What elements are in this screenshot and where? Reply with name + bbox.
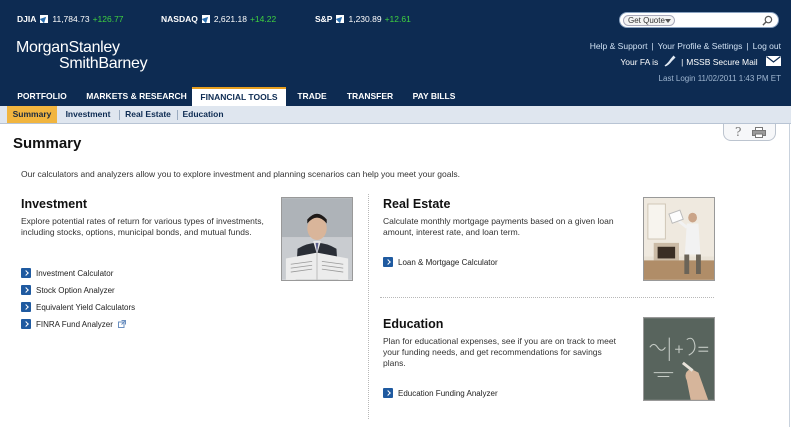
nav-portfolio[interactable]: PORTFOLIO (9, 87, 75, 106)
help-icon[interactable]: ? (735, 125, 741, 139)
education-photo (643, 317, 715, 401)
chevron-right-icon (383, 257, 393, 267)
external-link-icon (118, 320, 127, 328)
logout-link[interactable]: Log out (753, 41, 781, 51)
page-title: Summary (13, 135, 82, 152)
chevron-right-icon (21, 268, 31, 278)
chevron-right-icon (21, 319, 31, 329)
secure-mail-link[interactable]: MSSB Secure Mail (686, 57, 757, 67)
site-header: MorganStanley SmithBarney Help & Support… (0, 33, 791, 87)
market-ticker-bar: DJIA 11,784.73 +126.77 NASDAQ 2,621.18 +14.2… (0, 0, 791, 33)
help-support-link[interactable]: Help & Support (590, 41, 648, 51)
chevron-right-icon (383, 388, 393, 398)
investment-description: Explore potential rates of return for va… (21, 216, 264, 237)
link-label: Equivalent Yield Calculators (36, 303, 136, 312)
quote-type-select[interactable]: Get Quote (623, 15, 675, 26)
ticker-change: +14.22 (249, 14, 277, 24)
up-arrow-icon (201, 15, 210, 23)
ticker-value: 2,621.18 (213, 14, 247, 24)
link-label: Stock Option Analyzer (36, 286, 115, 295)
investment-title: Investment (21, 197, 87, 211)
last-login: Last Login 11/02/2011 1:43 PM ET (658, 74, 781, 83)
link-label: Investment Calculator (36, 269, 114, 278)
ticker-name: DJIA (17, 14, 37, 24)
subnav-divider (119, 110, 120, 120)
ticker-djia[interactable]: DJIA 11,784.73 +126.77 (17, 14, 124, 24)
link-label: Loan & Mortgage Calculator (398, 258, 498, 267)
loan-mortgage-calculator-link[interactable]: Loan & Mortgage Calculator (383, 257, 498, 268)
logo-line-2[interactable]: SmithBarney (59, 55, 148, 73)
ticker-value: 11,784.73 (52, 14, 90, 24)
ticker-sp[interactable]: S&P 1,230.89 +12.61 (315, 14, 411, 24)
content-border (789, 124, 790, 427)
subnav-real-estate[interactable]: Real Estate (121, 106, 175, 123)
nav-financial-tools[interactable]: FINANCIAL TOOLS (192, 87, 286, 106)
education-title: Education (383, 317, 444, 331)
intro-text: Our calculators and analyzers allow you … (21, 169, 460, 179)
print-icon[interactable] (752, 127, 766, 138)
stock-option-analyzer-link[interactable]: Stock Option Analyzer (21, 285, 115, 296)
quote-type-label: Get Quote (628, 16, 665, 25)
investment-photo (281, 197, 353, 281)
nav-markets-research[interactable]: MARKETS & RESEARCH (80, 87, 193, 106)
subnav-education[interactable]: Education (179, 106, 227, 123)
page-tools: ? (723, 124, 776, 141)
up-arrow-icon (40, 15, 49, 23)
equivalent-yield-calculators-link[interactable]: Equivalent Yield Calculators (21, 302, 135, 313)
education-description: Plan for educational expenses, see if yo… (383, 336, 616, 368)
ticker-change: +126.77 (92, 14, 124, 24)
fa-contact-line: Your FA is | MSSB Secure Mail (620, 55, 781, 69)
chevron-right-icon (21, 302, 31, 312)
main-nav: PORTFOLIO MARKETS & RESEARCH FINANCIAL T… (0, 87, 791, 106)
sub-nav: Summary Investment Real Estate Education (0, 106, 791, 124)
ticker-name: NASDAQ (161, 14, 198, 24)
phone-icon[interactable] (664, 55, 676, 67)
ticker-value: 1,230.89 (348, 14, 382, 24)
real-estate-description: Calculate monthly mortgage payments base… (383, 216, 614, 237)
fa-label: Your FA is (620, 57, 659, 67)
nav-transfer[interactable]: TRANSFER (340, 87, 400, 106)
education-funding-analyzer-link[interactable]: Education Funding Analyzer (383, 388, 498, 399)
column-divider (368, 194, 369, 419)
ticker-nasdaq[interactable]: NASDAQ 2,621.18 +14.22 (161, 14, 276, 24)
ticker-change: +12.61 (384, 14, 411, 24)
chevron-down-icon (665, 19, 671, 23)
subnav-divider (177, 110, 178, 120)
utility-links: Help & Support | Your Profile & Settings | L… (589, 41, 781, 51)
subnav-investment[interactable]: Investment (59, 106, 117, 123)
real-estate-title: Real Estate (383, 197, 451, 211)
investment-calculator-link[interactable]: Investment Calculator (21, 268, 113, 279)
finra-fund-analyzer-link[interactable]: FINRA Fund Analyzer (21, 319, 127, 330)
nav-pay-bills[interactable]: PAY BILLS (404, 87, 464, 106)
nav-trade[interactable]: TRADE (290, 87, 334, 106)
up-arrow-icon (336, 15, 345, 23)
search-icon[interactable] (762, 15, 773, 26)
mail-icon[interactable] (766, 56, 781, 66)
subnav-summary[interactable]: Summary (7, 106, 57, 123)
link-label: FINRA Fund Analyzer (36, 320, 113, 329)
get-quote-box[interactable]: Get Quote (619, 12, 779, 28)
real-estate-photo (643, 197, 715, 281)
chevron-right-icon (21, 285, 31, 295)
section-divider (380, 297, 714, 298)
profile-settings-link[interactable]: Your Profile & Settings (658, 41, 743, 51)
ticker-name: S&P (315, 14, 333, 24)
link-label: Education Funding Analyzer (398, 389, 498, 398)
